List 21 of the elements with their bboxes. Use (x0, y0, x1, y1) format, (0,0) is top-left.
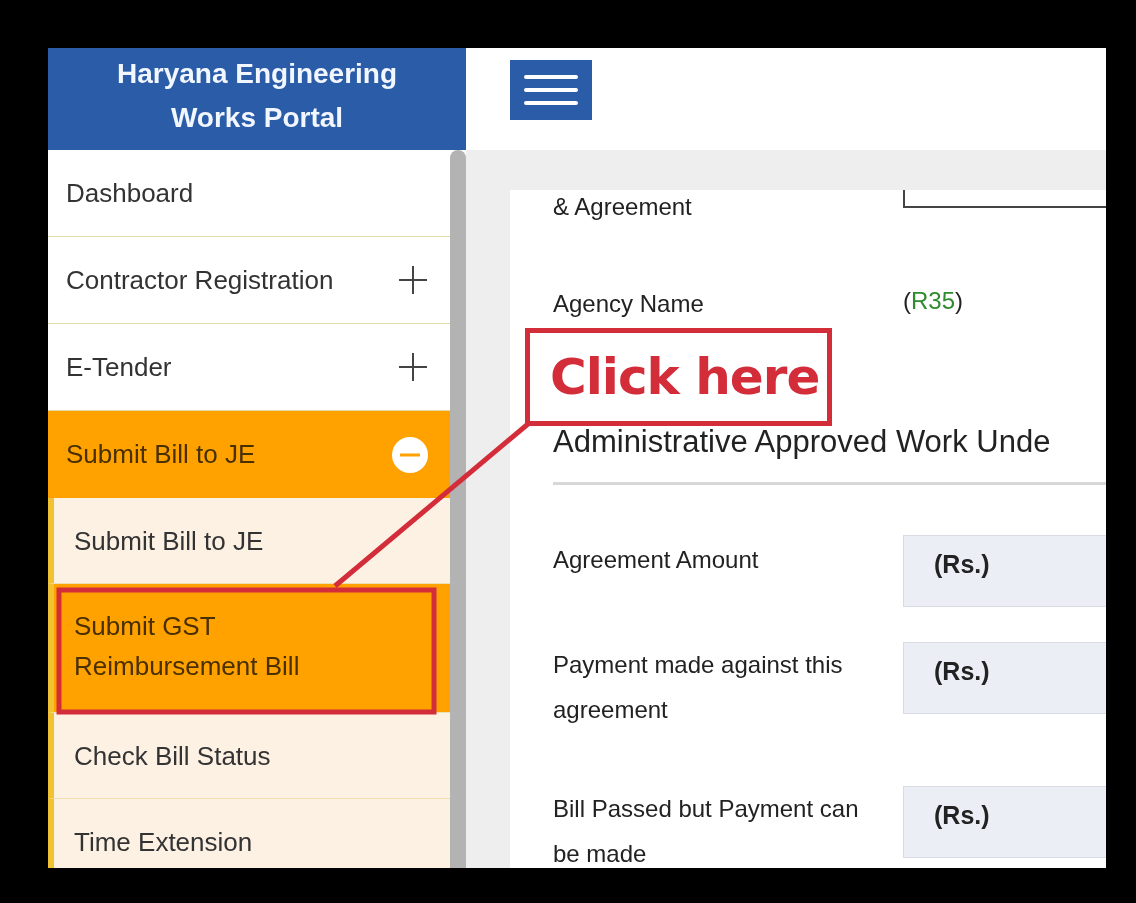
amount-field[interactable]: (Rs.) (903, 535, 1106, 607)
amount-field[interactable]: (Rs.) (903, 642, 1106, 714)
sidebar-item[interactable]: Submit Bill to JE (48, 411, 450, 498)
field-label: Agreement Amount (553, 545, 760, 575)
scrollbar[interactable] (450, 150, 466, 868)
agency-code: (R35) (903, 286, 964, 316)
field-label: Payment made against this agreement (553, 650, 844, 725)
callout: Click here (525, 328, 832, 426)
expand-icon[interactable] (398, 352, 428, 382)
menu-icon (524, 74, 578, 106)
submenu-item[interactable]: Submit GST Reimbursement Bill (48, 584, 450, 713)
menu-button[interactable] (510, 60, 592, 120)
submenu-item[interactable]: Check Bill Status (48, 713, 450, 799)
amount-field[interactable]: (Rs.) (903, 786, 1106, 858)
field-label: Agency Name (553, 289, 705, 319)
submenu-item[interactable]: Time Extension (48, 799, 450, 868)
field-label: & Agreement (553, 192, 693, 222)
field-label: Bill Passed but Payment can be made (553, 794, 860, 868)
portal-title: Haryana Engineering Works Portal (48, 48, 466, 150)
expand-icon[interactable] (398, 265, 428, 295)
submenu-item[interactable]: Submit Bill to JE (48, 498, 450, 584)
